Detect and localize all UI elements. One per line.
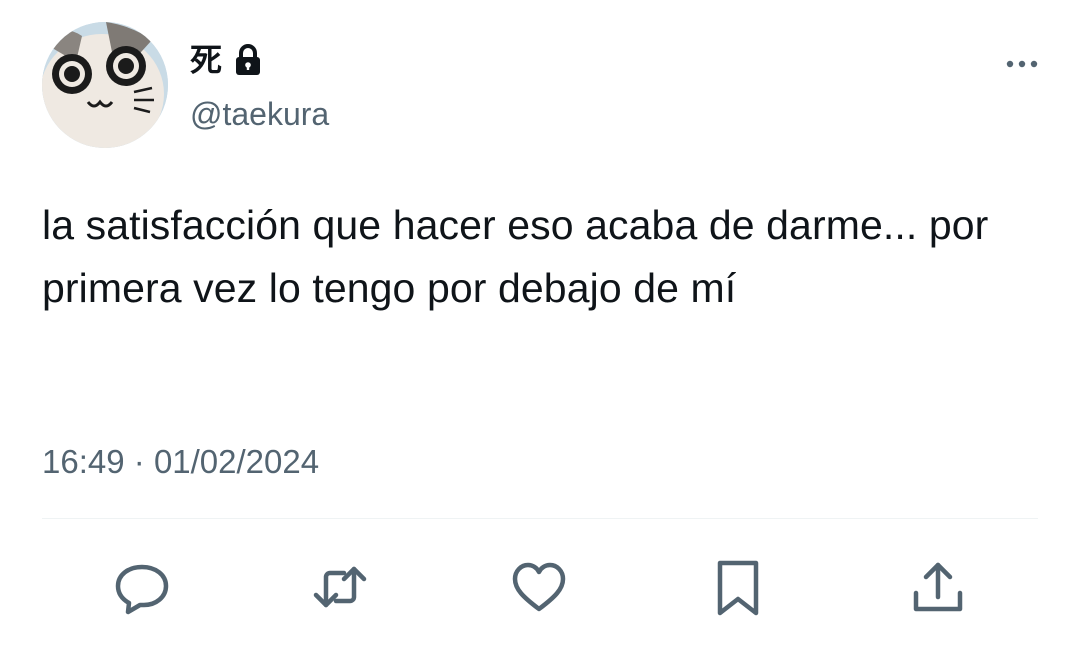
tweet-time: 16:49 — [42, 443, 125, 480]
divider — [42, 518, 1038, 519]
tweet-date: 01/02/2024 — [153, 443, 320, 480]
retweet-button[interactable] — [305, 552, 375, 622]
tweet-timestamp[interactable]: 16:49 · 01/02/2024 — [42, 440, 319, 484]
bookmark-icon — [717, 560, 759, 616]
display-name[interactable]: 死 — [190, 38, 222, 82]
user-handle[interactable]: @taekura — [190, 92, 329, 136]
heart-icon — [512, 562, 566, 612]
tweet-text: la satisfacción que hacer eso acaba de d… — [42, 202, 989, 311]
retweet-icon — [313, 566, 367, 608]
reply-button[interactable] — [107, 552, 177, 622]
bookmark-button[interactable] — [703, 552, 773, 622]
more-horizontal-icon[interactable] — [1002, 50, 1042, 78]
like-button[interactable] — [504, 552, 574, 622]
avatar[interactable] — [42, 22, 168, 148]
share-icon — [913, 562, 963, 612]
reply-icon — [115, 564, 169, 615]
lock-icon — [236, 44, 261, 75]
avatar-cat-image — [42, 22, 168, 148]
share-button[interactable] — [903, 552, 973, 622]
timestamp-separator: · — [133, 443, 145, 480]
name-row: 死 — [190, 38, 262, 82]
action-bar — [0, 552, 1080, 622]
